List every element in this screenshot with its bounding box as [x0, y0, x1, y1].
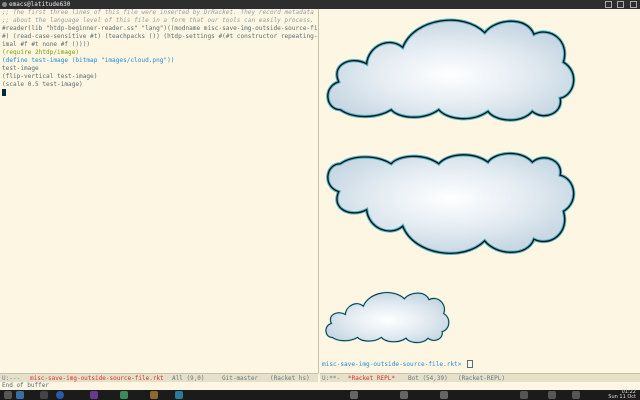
terminal-icon[interactable] — [40, 391, 48, 399]
code-line: #) (read-case-sensitive #t) (teachpacks … — [2, 33, 319, 40]
cursor-line — [0, 89, 318, 97]
workspace-icon[interactable] — [400, 391, 408, 399]
clock[interactable]: 01:22 Sun 11 Oct — [608, 390, 636, 400]
cloud-image-scaled — [325, 291, 450, 344]
window-menu-icon[interactable] — [2, 2, 7, 7]
window-titlebar[interactable]: emacs@latitude630 — [0, 0, 640, 9]
cloud-image — [326, 18, 576, 122]
code-line: (require 2htdp/image) — [2, 49, 80, 56]
repl-output-images — [325, 18, 576, 344]
window-controls — [603, 0, 637, 9]
volume-icon[interactable] — [548, 391, 556, 399]
app-icon[interactable] — [150, 391, 158, 399]
maximize-icon[interactable] — [617, 1, 625, 8]
app-icon[interactable] — [120, 391, 128, 399]
repl-prompt[interactable]: misc-save-img-outside-source-file.rkt> — [322, 360, 474, 368]
close-icon[interactable] — [630, 1, 637, 8]
code-line: ;; The first three lines of this file we… — [2, 9, 314, 16]
repl-cursor — [467, 360, 474, 368]
code-line: (scale 0.5 test-image) — [2, 81, 83, 88]
racket-repl-pane[interactable]: misc-save-img-outside-source-file.rkt> — [320, 9, 640, 373]
text-cursor — [2, 89, 6, 96]
battery-icon[interactable] — [572, 391, 580, 399]
repl-prompt-text: misc-save-img-outside-source-file.rkt> — [322, 361, 466, 368]
cloud-shape — [326, 151, 576, 255]
workspace-icon[interactable] — [350, 391, 358, 399]
emacs-icon[interactable] — [90, 391, 98, 399]
network-icon[interactable] — [520, 391, 528, 399]
minimize-icon[interactable] — [604, 1, 612, 8]
code-line: (define test-image (bitmap "images/cloud… — [2, 57, 175, 64]
code-line: imal #f #t none #f ()))) — [2, 41, 91, 48]
workspace-icon[interactable] — [440, 391, 448, 399]
cloud-image-flipped — [326, 151, 576, 255]
source-editor-pane[interactable]: ;; The first three lines of this file we… — [0, 9, 319, 373]
taskbar: 01:22 Sun 11 Oct — [0, 390, 640, 400]
window-title: emacs@latitude630 — [9, 1, 71, 8]
code-line: (flip-vertical test-image) — [2, 73, 98, 80]
code-line: #reader(lib "htdp-beginner-reader.ss" "l… — [2, 25, 319, 32]
cloud-shape — [326, 18, 576, 122]
minibuffer[interactable]: End of buffer — [0, 382, 640, 390]
app-icon[interactable] — [175, 391, 183, 399]
cloud-shape — [325, 291, 450, 344]
browser-icon[interactable] — [56, 391, 64, 399]
files-icon[interactable] — [16, 391, 24, 399]
app-menu-icon[interactable] — [4, 391, 12, 399]
code-line: test-image — [2, 65, 39, 72]
code-line: ;; about the language level of this file… — [2, 17, 314, 24]
clock-date: Sun 11 Oct — [608, 394, 636, 400]
